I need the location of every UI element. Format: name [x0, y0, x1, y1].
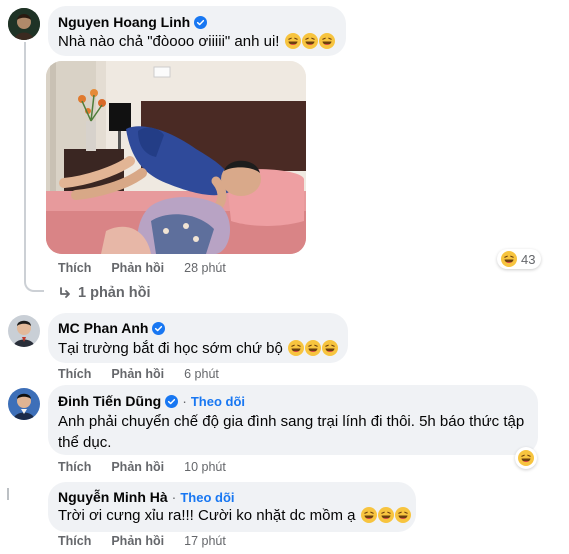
laughing-emoji-icon	[518, 450, 534, 466]
verified-badge-icon	[165, 394, 179, 408]
author-name[interactable]: Nguyen Hoang Linh	[58, 14, 190, 30]
comment-timestamp[interactable]: 28 phút	[184, 261, 226, 275]
like-button[interactable]: Thích	[58, 460, 91, 474]
reply-button[interactable]: Phản hồi	[111, 534, 164, 548]
verified-badge-icon	[152, 321, 166, 335]
comment-body: Nhà nào chả "đòooo ơiiiii" anh ui!	[58, 33, 280, 50]
thread-line-curve	[24, 280, 44, 292]
avatar[interactable]	[4, 486, 12, 502]
like-button[interactable]: Thích	[58, 367, 91, 381]
comment-body: Tại trường bắt đi học sớm chứ bộ	[58, 340, 283, 357]
view-replies-link[interactable]: 1 phản hồi	[58, 285, 151, 301]
like-button[interactable]: Thích	[58, 261, 91, 275]
separator-dot: ·	[182, 393, 187, 409]
comment-text: Tại trường bắt đi học sớm chứ bộ	[58, 340, 339, 357]
comment-photo[interactable]	[46, 61, 306, 254]
comment-author[interactable]: MC Phan Anh	[58, 320, 166, 336]
laughing-emoji-icon	[501, 251, 517, 267]
laughing-emoji-icon	[360, 507, 377, 523]
comment-text: Anh phải chuyển chế độ gia đình sang trạ…	[58, 411, 528, 453]
comment-timestamp[interactable]: 17 phút	[184, 534, 226, 548]
laughing-emoji-icon	[322, 340, 339, 356]
comment-author[interactable]: Nguyễn Minh Hà · Theo dõi	[58, 489, 235, 505]
comment-text: Nhà nào chả "đòooo ơiiiii" anh ui!	[58, 33, 335, 50]
reply-arrow-icon	[60, 287, 70, 298]
follow-button[interactable]: Theo dõi	[191, 394, 245, 409]
laughing-emoji-icon	[318, 33, 335, 49]
comment-timestamp[interactable]: 6 phút	[184, 367, 219, 381]
laughing-emoji-icon	[305, 340, 322, 356]
view-replies-label[interactable]: 1 phản hồi	[78, 285, 151, 301]
like-button[interactable]: Thích	[58, 534, 91, 548]
avatar[interactable]	[8, 388, 40, 420]
reaction-count-value: 43	[521, 251, 536, 267]
comment-author[interactable]: Đinh Tiến Dũng · Theo dõi	[58, 393, 245, 409]
author-name[interactable]: MC Phan Anh	[58, 320, 148, 336]
comment-actions: Thích Phản hồi 28 phút	[58, 261, 226, 275]
comment-text: Trời ơi cưng xỉu ra!!! Cười ko nhặt dc m…	[58, 507, 411, 524]
comment-actions: Thích Phản hồi 17 phút	[58, 534, 226, 548]
reaction-count[interactable]	[515, 447, 537, 469]
comment-body: Trời ơi cưng xỉu ra!!! Cười ko nhặt dc m…	[58, 507, 356, 524]
comment-author[interactable]: Nguyen Hoang Linh	[58, 14, 208, 30]
comment-timestamp[interactable]: 10 phút	[184, 460, 226, 474]
comment-actions: Thích Phản hồi 10 phút	[58, 460, 226, 474]
avatar[interactable]	[8, 8, 40, 40]
laughing-emoji-icon	[288, 340, 305, 356]
laughing-emoji-icon	[284, 33, 301, 49]
verified-badge-icon	[194, 15, 208, 29]
laughing-emoji-icon	[301, 33, 318, 49]
comment-body: Anh phải chuyển chế độ gia đình sang trạ…	[58, 413, 525, 451]
follow-button[interactable]: Theo dõi	[180, 490, 234, 505]
reply-button[interactable]: Phản hồi	[111, 367, 164, 381]
separator-dot: ·	[171, 489, 177, 505]
reply-button[interactable]: Phản hồi	[111, 460, 164, 474]
author-name[interactable]: Nguyễn Minh Hà	[58, 489, 168, 505]
avatar[interactable]	[8, 315, 40, 347]
laughing-emoji-icon	[394, 507, 411, 523]
reaction-count[interactable]: 43	[497, 249, 542, 269]
comment-actions: Thích Phản hồi 6 phút	[58, 367, 219, 381]
author-name[interactable]: Đinh Tiến Dũng	[58, 393, 161, 409]
reply-button[interactable]: Phản hồi	[111, 261, 164, 275]
laughing-emoji-icon	[377, 507, 394, 523]
thread-line	[24, 42, 26, 282]
